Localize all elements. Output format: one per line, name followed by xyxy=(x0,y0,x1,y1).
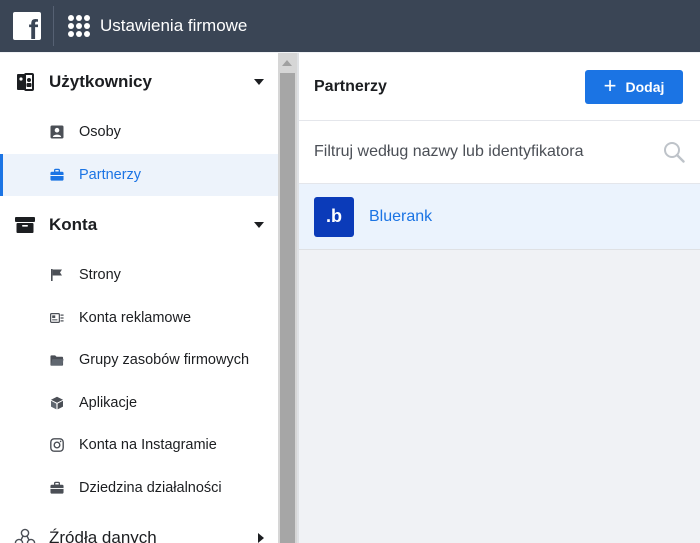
users-icon xyxy=(14,71,36,93)
chevron-right-icon xyxy=(258,533,264,543)
top-bar-divider xyxy=(53,6,54,46)
sidebar-section-users[interactable]: Użytkownicy xyxy=(0,53,278,111)
sidebar-item-strony[interactable]: Strony xyxy=(0,254,278,297)
apps-grid-icon[interactable] xyxy=(68,15,90,37)
ad-account-icon xyxy=(50,311,64,325)
sidebar-item-aplikacje[interactable]: Aplikacje xyxy=(0,382,278,425)
page-title: Ustawienia firmowe xyxy=(100,16,248,35)
sidebar-item-label: Konta reklamowe xyxy=(79,309,192,326)
flag-icon xyxy=(50,268,64,282)
search-icon[interactable] xyxy=(663,141,685,163)
sidebar-item-label: Konta na Instagramie xyxy=(79,437,217,454)
folder-icon xyxy=(50,353,64,367)
sidebar-scrollbar[interactable] xyxy=(278,53,297,543)
chevron-down-icon xyxy=(254,79,264,85)
sidebar-item-label: Partnerzy xyxy=(79,166,142,183)
sidebar-item-label: Aplikacje xyxy=(79,394,138,411)
filter-input[interactable] xyxy=(314,143,663,161)
add-button-label: Dodaj xyxy=(625,78,665,95)
sidebar-section-label: Źródła danych xyxy=(49,528,157,543)
sidebar: Użytkownicy Osoby Partnerzy Konta Strony… xyxy=(0,53,278,543)
sidebar-section-label: Użytkownicy xyxy=(49,72,152,91)
sidebar-item-partnerzy[interactable]: Partnerzy xyxy=(0,153,278,196)
sidebar-item-label: Grupy zasobów firmowych xyxy=(79,352,250,369)
sidebar-item-instagram[interactable]: Konta na Instagramie xyxy=(0,424,278,467)
sidebar-item-label: Osoby xyxy=(79,124,121,141)
sidebar-item-label: Strony xyxy=(79,267,121,284)
partner-list-item[interactable]: .b Bluerank xyxy=(299,184,700,250)
briefcase-icon xyxy=(50,168,64,182)
top-bar: f Ustawienia firmowe xyxy=(0,0,700,52)
scroll-up-arrow-icon[interactable] xyxy=(282,60,292,66)
sidebar-item-label: Dziedzina działalności xyxy=(79,479,222,496)
sidebar-item-osoby[interactable]: Osoby xyxy=(0,111,278,154)
cube-icon xyxy=(50,396,64,410)
sidebar-section-data-sources[interactable]: Źródła danych xyxy=(0,509,278,543)
add-partner-button[interactable]: + Dodaj xyxy=(585,69,683,104)
instagram-icon xyxy=(50,438,64,453)
person-card-icon xyxy=(50,125,64,139)
filter-bar xyxy=(299,121,700,184)
sidebar-section-label: Konta xyxy=(49,215,98,234)
chevron-down-icon xyxy=(254,222,264,228)
main-header: Partnerzy + Dodaj xyxy=(299,53,700,121)
plus-icon: + xyxy=(603,72,617,98)
sidebar-item-grupy-zasobow[interactable]: Grupy zasobów firmowych xyxy=(0,339,278,382)
data-sources-icon xyxy=(14,527,36,543)
facebook-logo-icon[interactable]: f xyxy=(13,12,41,40)
sidebar-item-dziedzina[interactable]: Dziedzina działalności xyxy=(0,467,278,510)
main-panel: Partnerzy + Dodaj .b Bluerank xyxy=(299,53,700,543)
accounts-box-icon xyxy=(14,214,36,236)
briefcase-icon xyxy=(50,481,64,495)
sidebar-item-konta-reklamowe[interactable]: Konta reklamowe xyxy=(0,297,278,340)
partner-name[interactable]: Bluerank xyxy=(369,208,432,226)
partner-avatar: .b xyxy=(314,196,354,237)
scroll-thumb[interactable] xyxy=(280,73,295,543)
section-title: Partnerzy xyxy=(314,77,387,95)
sidebar-section-accounts[interactable]: Konta xyxy=(0,196,278,254)
